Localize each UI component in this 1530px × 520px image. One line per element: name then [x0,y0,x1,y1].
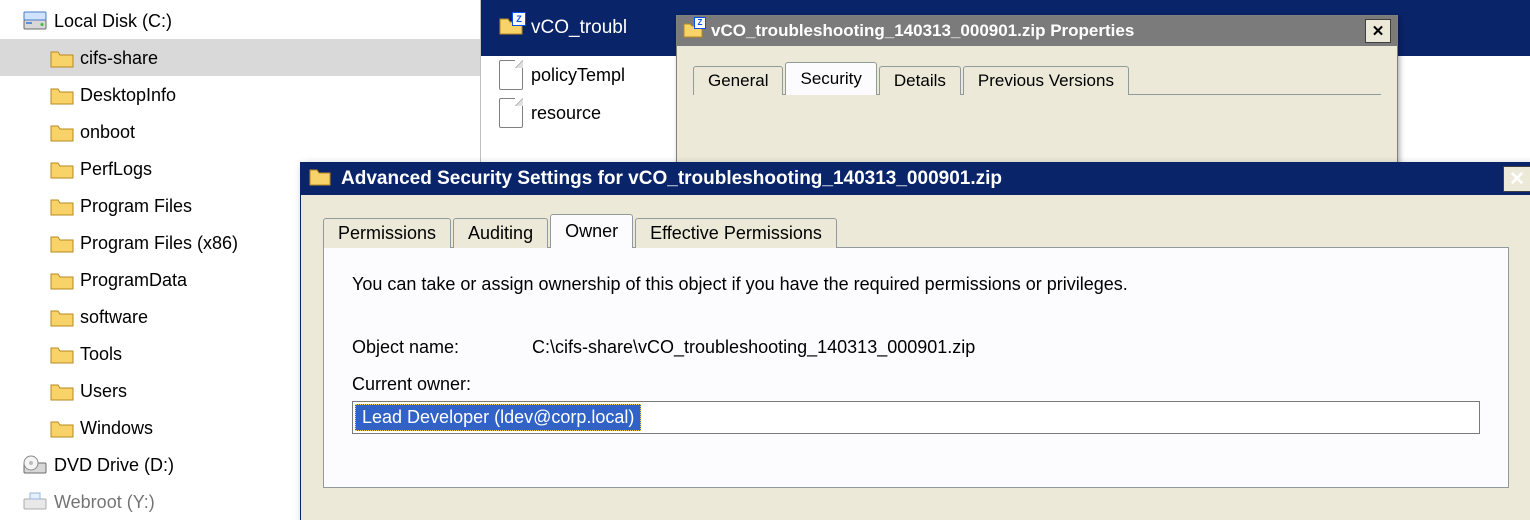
currentowner-value: Lead Developer (ldev@corp.local) [355,404,641,431]
owner-description: You can take or assign ownership of this… [352,274,1480,295]
network-drive-icon [22,491,48,513]
document-icon [499,98,523,128]
tree-item-label: DesktopInfo [80,86,176,104]
tree-item[interactable]: DesktopInfo [0,76,480,113]
file-item[interactable]: policyTempl [481,56,681,94]
tree-item-label: PerfLogs [80,160,152,178]
folder-header-title: vCO_troubl [531,17,627,39]
objectname-value: C:\cifs-share\vCO_troubleshooting_140313… [532,337,975,358]
folder-icon [50,122,74,142]
tab-auditing[interactable]: Auditing [453,218,548,248]
folder-icon [50,344,74,364]
folder-icon [50,233,74,253]
folder-icon [50,418,74,438]
tab-general[interactable]: General [693,66,783,95]
tree-item-label: Program Files [80,197,192,215]
folder-icon [50,85,74,105]
tree-item-label: onboot [80,123,135,141]
folder-icon [50,307,74,327]
tree-dvd-label: DVD Drive (D:) [54,456,174,474]
tree-item-label: ProgramData [80,271,187,289]
folder-icon [50,48,74,68]
folder-icon [309,166,331,192]
tree-root-label: Local Disk (C:) [54,12,172,30]
file-label: resource [531,103,601,124]
file-label: policyTempl [531,65,625,86]
folder-icon [50,159,74,179]
zip-folder-icon: Z [683,20,703,43]
tree-item-label: software [80,308,148,326]
close-button[interactable]: ✕ [1503,166,1530,192]
tree-item[interactable]: cifs-share [0,39,480,76]
folder-icon [50,381,74,401]
drive-icon [22,10,48,32]
advanced-tabs: PermissionsAuditingOwnerEffective Permis… [323,217,1509,248]
close-button[interactable]: ✕ [1365,19,1391,43]
properties-tabs: GeneralSecurityDetailsPrevious Versions [693,64,1381,95]
tree-item-label: Program Files (x86) [80,234,238,252]
advanced-title: Advanced Security Settings for vCO_troub… [341,168,1002,190]
currentowner-label: Current owner: [352,374,1480,395]
tree-item-label: cifs-share [80,49,158,67]
currentowner-field[interactable]: Lead Developer (ldev@corp.local) [352,401,1480,434]
document-icon [499,60,523,90]
folder-icon [50,270,74,290]
advanced-titlebar[interactable]: Advanced Security Settings for vCO_troub… [301,163,1530,195]
objectname-label: Object name: [352,337,502,358]
tab-details[interactable]: Details [879,66,961,95]
tab-security[interactable]: Security [785,62,876,95]
zip-folder-icon: Z [499,15,523,41]
tab-effective-permissions[interactable]: Effective Permissions [635,218,837,248]
advanced-security-dialog: Advanced Security Settings for vCO_troub… [300,162,1530,520]
folder-icon [50,196,74,216]
file-list: policyTempl resource [481,56,681,132]
tab-permissions[interactable]: Permissions [323,218,451,248]
owner-tab-pane: You can take or assign ownership of this… [323,248,1509,488]
properties-title: vCO_troubleshooting_140313_000901.zip Pr… [711,21,1134,41]
tree-item-label: Windows [80,419,153,437]
tree-item-label: Users [80,382,127,400]
tree-root[interactable]: Local Disk (C:) [0,2,480,39]
tree-item-label: Tools [80,345,122,363]
properties-titlebar[interactable]: Z vCO_troubleshooting_140313_000901.zip … [677,16,1397,46]
tree-net-label: Webroot (Y:) [54,493,155,511]
dvd-drive-icon [22,454,48,476]
tab-owner[interactable]: Owner [550,214,633,248]
file-item[interactable]: resource [481,94,681,132]
tree-item[interactable]: onboot [0,113,480,150]
tab-previous-versions[interactable]: Previous Versions [963,66,1129,95]
